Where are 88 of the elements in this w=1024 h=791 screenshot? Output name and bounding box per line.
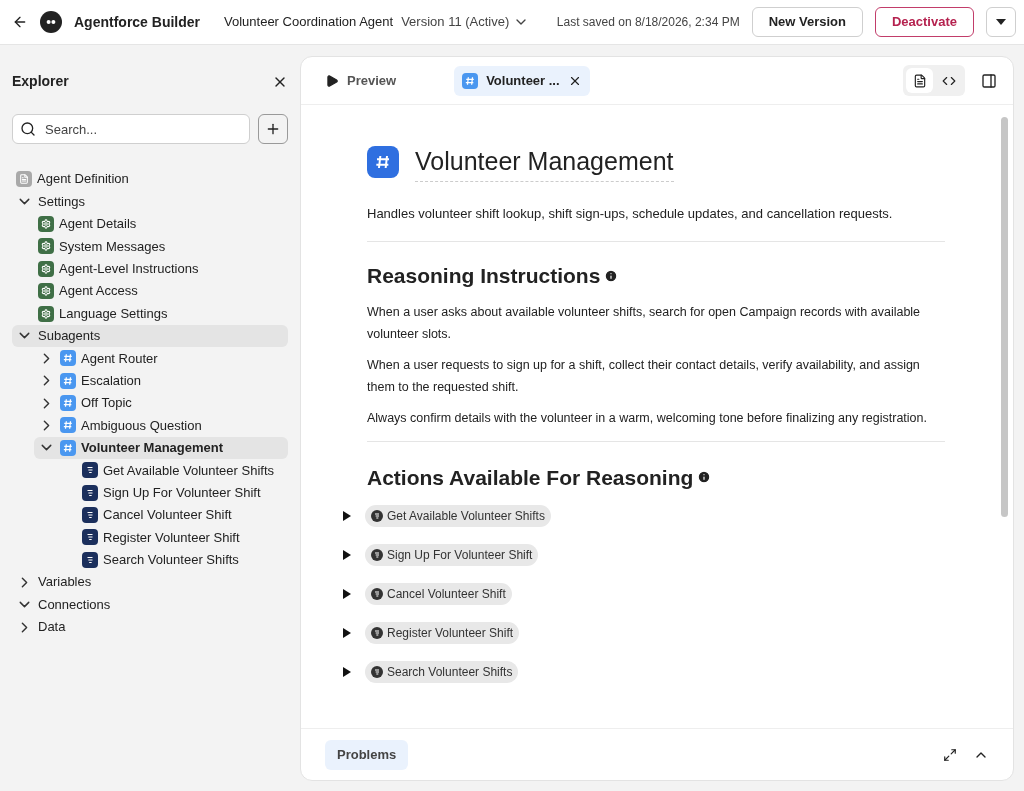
explorer-title: Explorer xyxy=(12,72,69,91)
agent-name: Volunteer Coordination Agent xyxy=(224,13,394,32)
action-icon xyxy=(371,510,383,522)
hash-icon xyxy=(60,372,76,389)
caret-right-icon[interactable] xyxy=(343,589,351,599)
action-icon xyxy=(82,529,98,546)
instruction-text: When a user requests to sign up for a shift, collect their contact details, verify availability, and assign them to the requested shift. xyxy=(367,356,921,396)
action-icon xyxy=(82,462,98,479)
deactivate-button[interactable]: Deactivate xyxy=(874,7,974,37)
info-icon xyxy=(604,268,619,283)
search-icon xyxy=(20,121,36,137)
caret-down-icon xyxy=(996,19,1006,25)
gear-icon xyxy=(38,283,54,300)
section-heading: Reasoning Instructions xyxy=(367,263,601,289)
hash-icon xyxy=(60,395,76,412)
caret-right-icon[interactable] xyxy=(343,511,351,521)
problems-button[interactable]: Problems xyxy=(325,739,409,770)
add-button[interactable] xyxy=(258,114,288,144)
info-icon xyxy=(697,470,712,485)
document-view-button[interactable] xyxy=(906,68,933,93)
last-saved-text: Last saved on 8/18/2026, 2:34 PM xyxy=(556,14,740,31)
action-chip[interactable]: Sign Up For Volunteer Shift xyxy=(365,544,539,566)
page-title: Volunteer Management xyxy=(415,143,674,182)
caret-right-icon[interactable] xyxy=(343,667,351,677)
hash-icon xyxy=(462,72,479,89)
tree-item[interactable]: Sign Up For Volunteer Shift xyxy=(56,481,288,504)
action-icon xyxy=(371,549,383,561)
tree-item[interactable]: Connections xyxy=(12,593,288,616)
expand-button[interactable] xyxy=(943,747,957,762)
tree-item[interactable]: Agent Definition xyxy=(12,168,288,191)
tree-item[interactable]: Data xyxy=(12,615,288,639)
tree-item[interactable]: Agent Details xyxy=(34,212,288,236)
action-icon xyxy=(82,484,98,501)
search-field[interactable]: Search... xyxy=(12,114,250,144)
document-icon xyxy=(912,73,927,88)
expand-icon xyxy=(943,747,957,762)
gear-icon xyxy=(38,305,54,322)
tree-item[interactable]: Escalation xyxy=(34,369,288,392)
hash-icon xyxy=(60,417,76,434)
panel-icon xyxy=(981,72,997,89)
hash-icon xyxy=(60,350,76,367)
version-dropdown[interactable]: Version 11 (Active) xyxy=(401,12,530,32)
action-icon xyxy=(371,627,383,639)
gear-icon xyxy=(38,215,54,232)
plus-icon xyxy=(265,121,281,137)
instruction-text: When a user asks about available volunteer shifts, search for open Campaign records with available volunteer slots. xyxy=(367,303,922,343)
tree-item[interactable]: Register Volunteer Shift xyxy=(56,526,288,549)
tree-item[interactable]: Volunteer Management xyxy=(34,436,288,460)
action-chip[interactable]: Search Volunteer Shifts xyxy=(365,661,519,683)
tree-item[interactable]: Settings xyxy=(12,190,288,213)
action-chip[interactable]: Get Available Volunteer Shifts xyxy=(365,505,551,527)
play-icon xyxy=(325,73,339,88)
tree-item[interactable]: Off Topic xyxy=(34,391,288,415)
instruction-text: Always confirm details with the volunteer in a warm, welcoming tone before finalizing any registration. xyxy=(367,409,928,427)
tree-item[interactable]: Subagents xyxy=(12,324,288,348)
tree-item[interactable]: Cancel Volunteer Shift xyxy=(56,503,288,527)
tree-item[interactable]: Agent Access xyxy=(34,279,288,303)
logo-icon xyxy=(40,11,62,33)
more-dropdown-button[interactable] xyxy=(986,7,1016,37)
action-icon xyxy=(371,666,383,678)
gear-icon xyxy=(38,260,54,277)
tree-item[interactable]: Ambiguous Question xyxy=(34,414,288,437)
action-chip[interactable]: Register Volunteer Shift xyxy=(365,622,520,644)
tree-item[interactable]: System Messages xyxy=(34,235,288,258)
description-text: Handles volunteer shift lookup, shift sign-ups, schedule updates, and cancellation requests. xyxy=(367,203,945,242)
tree-item[interactable]: Agent-Level Instructions xyxy=(34,257,288,280)
editor-tab[interactable]: Volunteer ... xyxy=(454,65,590,96)
tree-item[interactable]: Search Volunteer Shifts xyxy=(56,548,288,572)
gear-icon xyxy=(38,238,54,255)
caret-right-icon[interactable] xyxy=(343,628,351,638)
tree-item[interactable]: Variables xyxy=(12,571,288,594)
app-title: Agentforce Builder xyxy=(74,12,200,32)
document-icon xyxy=(16,171,32,188)
tree-item[interactable]: Language Settings xyxy=(34,302,288,325)
hash-icon xyxy=(60,439,76,456)
hash-icon xyxy=(367,146,399,179)
tree-item[interactable]: Agent Router xyxy=(34,347,288,370)
action-icon xyxy=(82,551,98,568)
panel-toggle-button[interactable] xyxy=(981,72,997,89)
new-version-button[interactable]: New Version xyxy=(751,7,863,37)
scrollbar-thumb[interactable] xyxy=(1000,117,1008,517)
caret-right-icon[interactable] xyxy=(343,550,351,560)
action-chip[interactable]: Cancel Volunteer Shift xyxy=(365,583,512,605)
action-icon xyxy=(371,588,383,600)
preview-tab[interactable]: Preview xyxy=(317,65,405,96)
section-heading: Actions Available For Reasoning xyxy=(367,464,694,491)
action-icon xyxy=(82,507,98,524)
tree-item[interactable]: Get Available Volunteer Shifts xyxy=(56,459,288,482)
